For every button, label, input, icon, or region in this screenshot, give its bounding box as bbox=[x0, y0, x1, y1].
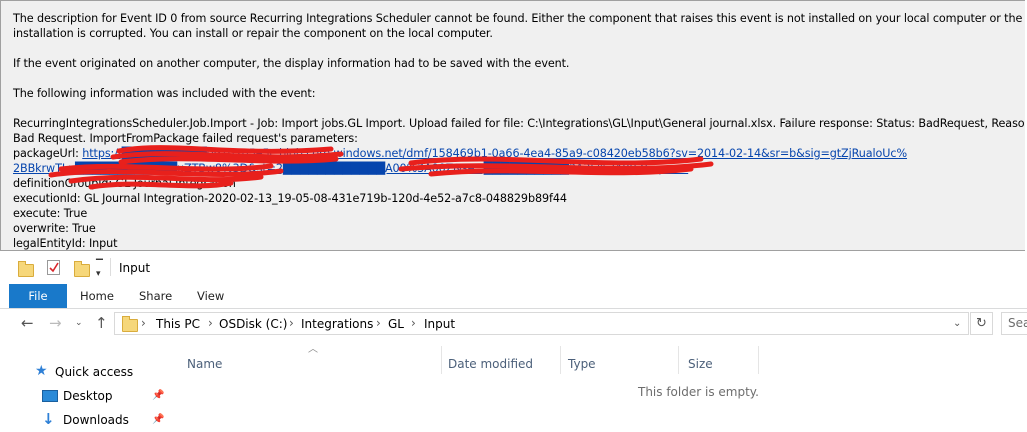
tab-share[interactable]: Share bbox=[139, 284, 172, 308]
tab-home[interactable]: Home bbox=[80, 284, 114, 308]
breadcrumb-separator: › bbox=[141, 316, 146, 330]
tab-view[interactable]: View bbox=[197, 284, 224, 308]
column-type[interactable]: Type bbox=[568, 357, 596, 371]
customize-toolbar-icon[interactable]: ▔ ▾ bbox=[96, 261, 103, 279]
breadcrumb-integrations[interactable]: Integrations bbox=[301, 317, 373, 331]
up-arrow-icon[interactable]: ↑ bbox=[95, 314, 108, 332]
empty-folder-message: This folder is empty. bbox=[638, 385, 759, 399]
column-name[interactable]: Name bbox=[187, 357, 222, 371]
breadcrumb-separator[interactable]: › bbox=[376, 316, 381, 330]
column-headers: ︿ Name Date modified Type Size bbox=[170, 340, 1027, 376]
recent-locations-chevron-icon[interactable]: ⌄ bbox=[75, 318, 83, 328]
address-bar[interactable]: › This PC › OSDisk (C:) › Integrations ›… bbox=[114, 312, 969, 335]
refresh-icon[interactable]: ↻ bbox=[970, 312, 993, 335]
ribbon-tabs: File Home Share View bbox=[0, 284, 1027, 309]
title-divider bbox=[110, 258, 111, 276]
pin-icon[interactable]: 📌 bbox=[152, 414, 164, 425]
breadcrumb-separator[interactable]: › bbox=[208, 316, 213, 330]
address-dropdown-icon[interactable]: ⌄ bbox=[953, 318, 961, 329]
column-divider[interactable] bbox=[441, 346, 442, 374]
star-icon: ★ bbox=[35, 363, 48, 379]
column-date-modified[interactable]: Date modified bbox=[448, 357, 533, 371]
forward-arrow-icon[interactable]: → bbox=[49, 314, 62, 332]
breadcrumb-separator[interactable]: › bbox=[289, 316, 294, 330]
back-arrow-icon[interactable]: ← bbox=[21, 314, 34, 332]
title-bar: ▔ ▾ Input bbox=[0, 252, 1027, 284]
column-divider[interactable] bbox=[678, 346, 679, 374]
folder-icon bbox=[18, 261, 34, 277]
search-input[interactable]: Sea bbox=[1001, 312, 1027, 335]
nav-downloads[interactable]: Downloads bbox=[63, 410, 129, 430]
breadcrumb-separator[interactable]: › bbox=[411, 316, 416, 330]
sort-caret-icon: ︿ bbox=[308, 344, 318, 355]
redaction-scribble bbox=[48, 145, 714, 190]
downloads-icon: ↓ bbox=[42, 410, 55, 428]
window-title: Input bbox=[119, 261, 151, 275]
column-divider[interactable] bbox=[560, 346, 561, 374]
nav-desktop[interactable]: Desktop bbox=[63, 386, 113, 406]
event-description-panel: The description for Event ID 0 from sour… bbox=[0, 0, 1025, 251]
pin-icon[interactable]: 📌 bbox=[152, 390, 164, 401]
desktop-icon bbox=[42, 390, 58, 402]
navigation-bar: ← → ⌄ ↑ › This PC › OSDisk (C:) › Integr… bbox=[0, 309, 1027, 339]
column-size[interactable]: Size bbox=[688, 357, 713, 371]
column-divider[interactable] bbox=[758, 346, 759, 374]
navigation-pane: ★ Quick access Desktop 📌 ↓ Downloads 📌 bbox=[0, 360, 170, 432]
breadcrumb-gl[interactable]: GL bbox=[388, 317, 404, 331]
tab-file[interactable]: File bbox=[9, 284, 67, 308]
new-folder-icon[interactable] bbox=[74, 261, 90, 277]
breadcrumb-input[interactable]: Input bbox=[424, 317, 455, 331]
nav-quick-access[interactable]: Quick access bbox=[55, 362, 133, 382]
file-explorer-window: ▔ ▾ Input File Home Share View ← → ⌄ ↑ › … bbox=[0, 252, 1027, 432]
breadcrumb-osdisk[interactable]: OSDisk (C:) bbox=[219, 317, 287, 331]
folder-icon bbox=[122, 316, 138, 332]
properties-check-icon[interactable] bbox=[47, 260, 60, 275]
breadcrumb-this-pc[interactable]: This PC bbox=[156, 317, 200, 331]
